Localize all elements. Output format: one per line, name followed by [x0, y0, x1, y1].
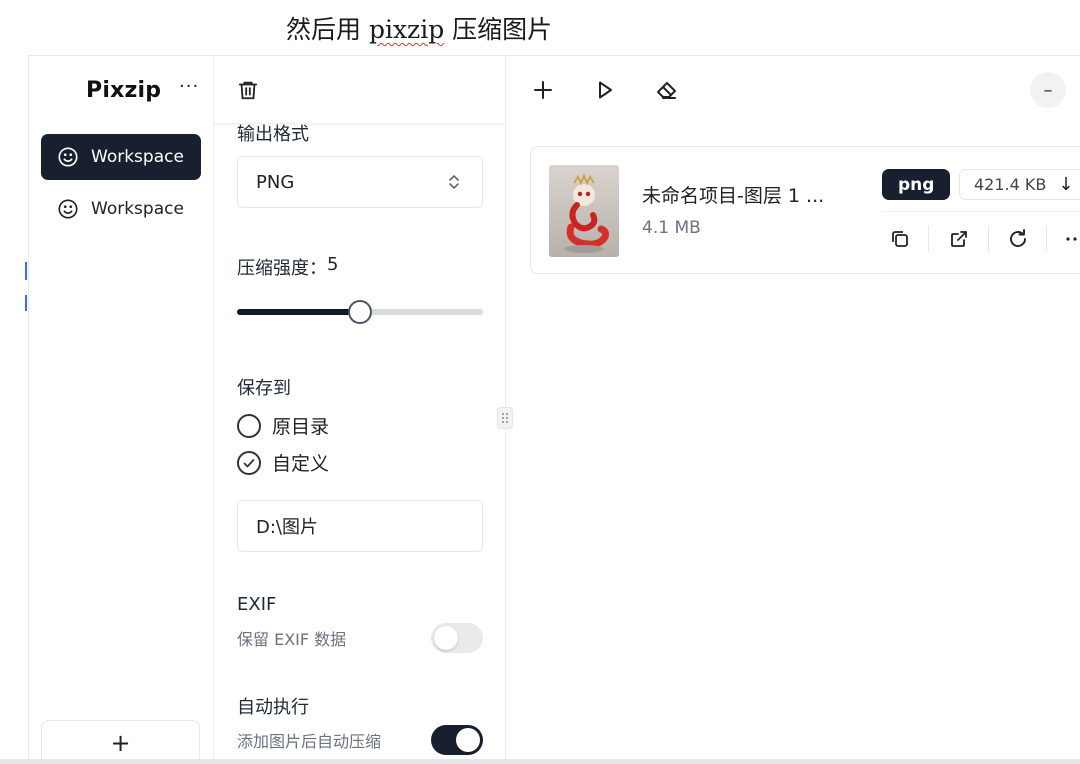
download-arrow-icon: ↓ — [1058, 174, 1074, 195]
eraser-icon[interactable] — [654, 77, 680, 103]
format-badge: png — [882, 169, 951, 200]
exif-toggle[interactable] — [431, 623, 483, 653]
radio-original-directory[interactable]: 原目录 — [237, 412, 483, 439]
minimize-button[interactable]: – — [1030, 72, 1066, 108]
custom-path-input[interactable]: D:\图片 — [237, 500, 483, 552]
action-separator — [988, 226, 989, 252]
workspace-label: Workspace — [91, 147, 184, 167]
workspace-label: Workspace — [91, 199, 184, 219]
exif-section: EXIF 保留 EXIF 数据 — [237, 594, 483, 653]
original-file-size: 4.1 MB — [642, 218, 701, 238]
caption-suffix: 压缩图片 — [444, 15, 553, 44]
exif-title: EXIF — [237, 594, 277, 615]
toggle-knob — [456, 728, 480, 752]
strength-label-text: 压缩强度： — [237, 258, 327, 279]
sidebar-more-button[interactable]: ··· — [179, 76, 199, 97]
check-circle-icon — [237, 450, 261, 475]
app-title: Pixzip — [86, 77, 162, 103]
radio-label: 自定义 — [272, 453, 330, 475]
sidebar: Pixzip ··· Workspace Workspace + — [29, 56, 214, 764]
settings-form: 输出格式 PNG 压缩强度： 5 保存到 原目录 自定义 D:\图片 EXIF … — [237, 120, 483, 755]
auto-run-section: 自动执行 添加图片后自动压缩 — [237, 693, 483, 755]
compression-strength-slider[interactable] — [237, 300, 483, 324]
smile-icon — [58, 199, 78, 219]
document-caption: 然后用 pixzip 压缩图片 — [286, 10, 552, 46]
resize-handle[interactable] — [497, 407, 513, 429]
radio-label: 原目录 — [272, 416, 330, 438]
auto-run-toggle[interactable] — [431, 725, 483, 755]
drag-dots-icon — [502, 413, 508, 423]
plus-icon[interactable] — [530, 77, 556, 103]
caption-app-word: pixzip — [368, 15, 445, 44]
action-separator — [1046, 226, 1047, 252]
slider-thumb[interactable] — [348, 300, 372, 324]
exif-description: 保留 EXIF 数据 — [237, 630, 347, 649]
more-icon[interactable] — [1063, 227, 1080, 251]
pixzip-app-window: Pixzip ··· Workspace Workspace + 输出格式 PN… — [28, 55, 1080, 764]
caption-prefix: 然后用 — [286, 15, 369, 44]
file-name: 未命名项目-图层 1 ... — [642, 185, 825, 207]
auto-run-description: 添加图片后自动压缩 — [237, 732, 382, 751]
workspace-item[interactable]: Workspace — [41, 186, 201, 232]
workspace-item-active[interactable]: Workspace — [41, 134, 201, 180]
save-to-label: 保存到 — [237, 378, 291, 399]
main-toolbar: – — [506, 56, 1080, 124]
document-margin-mark — [25, 295, 27, 311]
open-external-icon[interactable] — [947, 227, 971, 251]
strength-value: 5 — [327, 254, 339, 275]
settings-panel: 输出格式 PNG 压缩强度： 5 保存到 原目录 自定义 D:\图片 EXIF … — [214, 56, 506, 764]
settings-toolbar — [214, 56, 505, 124]
bottom-edge-bar — [0, 759, 1080, 764]
chevron-updown-icon — [449, 175, 459, 189]
play-icon[interactable] — [592, 77, 618, 103]
toggle-knob — [434, 626, 458, 650]
main-area: – 未命名项目-图层 1 ... 4.1 MB png 421.4 KB ↓ — [497, 56, 1080, 764]
image-thumbnail — [549, 165, 619, 257]
radio-circle-icon — [237, 413, 261, 438]
slider-fill — [237, 309, 360, 315]
card-divider — [882, 211, 1080, 212]
custom-path-value: D:\图片 — [256, 517, 318, 538]
copy-icon[interactable] — [888, 227, 912, 251]
auto-run-title: 自动执行 — [237, 697, 309, 718]
radio-custom-directory[interactable]: 自定义 — [237, 449, 483, 476]
refresh-icon[interactable] — [1006, 227, 1030, 251]
compressed-size: 421.4 KB — [974, 175, 1047, 194]
smile-icon — [58, 147, 78, 167]
workspace-list: Workspace Workspace — [29, 124, 213, 232]
compression-strength-label: 压缩强度： 5 — [237, 254, 483, 280]
document-margin-mark — [25, 262, 27, 280]
compressed-size-download-button[interactable]: 421.4 KB ↓ — [959, 169, 1080, 200]
trash-icon[interactable] — [237, 79, 259, 101]
output-format-select[interactable]: PNG — [237, 156, 483, 208]
add-workspace-button[interactable]: + — [41, 720, 200, 764]
file-card[interactable]: 未命名项目-图层 1 ... 4.1 MB png 421.4 KB ↓ — [530, 146, 1080, 274]
output-format-value: PNG — [256, 171, 295, 193]
action-separator — [928, 226, 929, 252]
